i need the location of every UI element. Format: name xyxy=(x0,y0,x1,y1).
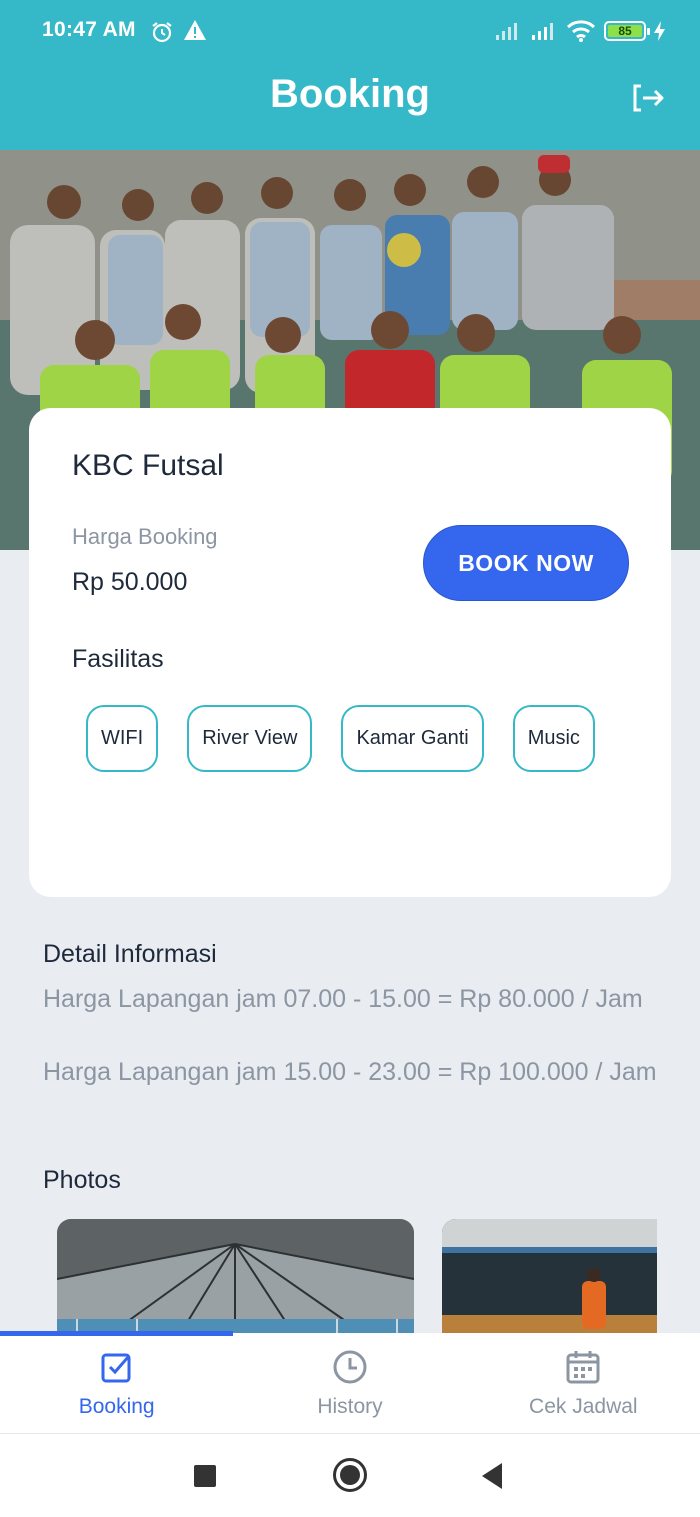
facility-chip[interactable]: Kamar Ganti xyxy=(341,705,484,772)
facility-chip[interactable]: River View xyxy=(187,705,313,772)
battery-level: 85 xyxy=(608,25,642,37)
checkbox-icon xyxy=(99,1349,135,1385)
detail-line: Harga Lapangan jam 15.00 - 23.00 = Rp 10… xyxy=(43,1058,657,1086)
charging-icon xyxy=(653,20,667,47)
signal-icon xyxy=(494,21,522,46)
nav-active-indicator xyxy=(0,1331,233,1336)
facility-chip[interactable]: Music xyxy=(512,705,595,772)
signal-icon xyxy=(530,21,558,46)
nav-item-history[interactable]: History xyxy=(233,1333,466,1433)
status-time: 10:47 AM xyxy=(42,18,136,41)
photos-title: Photos xyxy=(43,1166,121,1194)
venue-card: KBC Futsal Harga Booking Rp 50.000 BOOK … xyxy=(29,408,671,897)
status-bar: 10:47 AM 85 xyxy=(0,0,700,60)
price-label: Harga Booking xyxy=(72,524,218,549)
detail-line: Harga Lapangan jam 07.00 - 15.00 = Rp 80… xyxy=(43,985,643,1013)
facilities-title: Fasilitas xyxy=(72,645,164,673)
nav-item-cek-jadwal[interactable]: Cek Jadwal xyxy=(467,1333,700,1433)
recent-apps-button[interactable] xyxy=(194,1465,216,1487)
warning-icon xyxy=(183,19,207,46)
venue-photo[interactable] xyxy=(442,1219,657,1339)
battery-icon: 85 xyxy=(604,21,650,41)
nav-label: Cek Jadwal xyxy=(529,1395,638,1418)
facility-chip[interactable]: WIFI xyxy=(86,705,159,772)
page-title: Booking xyxy=(270,72,430,116)
bottom-nav: Booking History Cek Jadwal xyxy=(0,1333,700,1433)
detail-title: Detail Informasi xyxy=(43,940,217,968)
app-header: 10:47 AM 85 Booking xyxy=(0,0,700,150)
venue-name: KBC Futsal xyxy=(72,449,224,482)
wifi-icon xyxy=(566,19,596,48)
clock-icon xyxy=(332,1349,368,1385)
venue-photo[interactable] xyxy=(57,1219,414,1339)
home-button[interactable] xyxy=(333,1458,367,1492)
calendar-icon xyxy=(565,1349,601,1385)
back-button[interactable] xyxy=(482,1463,502,1489)
facilities-list: WIFI River View Kamar Ganti Music xyxy=(86,705,646,772)
price-value: Rp 50.000 xyxy=(72,568,188,596)
alarm-icon xyxy=(150,20,174,49)
book-now-button[interactable]: BOOK NOW xyxy=(423,525,629,601)
nav-item-booking[interactable]: Booking xyxy=(0,1333,233,1433)
nav-label: Booking xyxy=(78,1395,155,1418)
logout-icon[interactable] xyxy=(630,82,670,118)
nav-label: History xyxy=(317,1395,383,1418)
system-nav-bar xyxy=(0,1433,700,1517)
